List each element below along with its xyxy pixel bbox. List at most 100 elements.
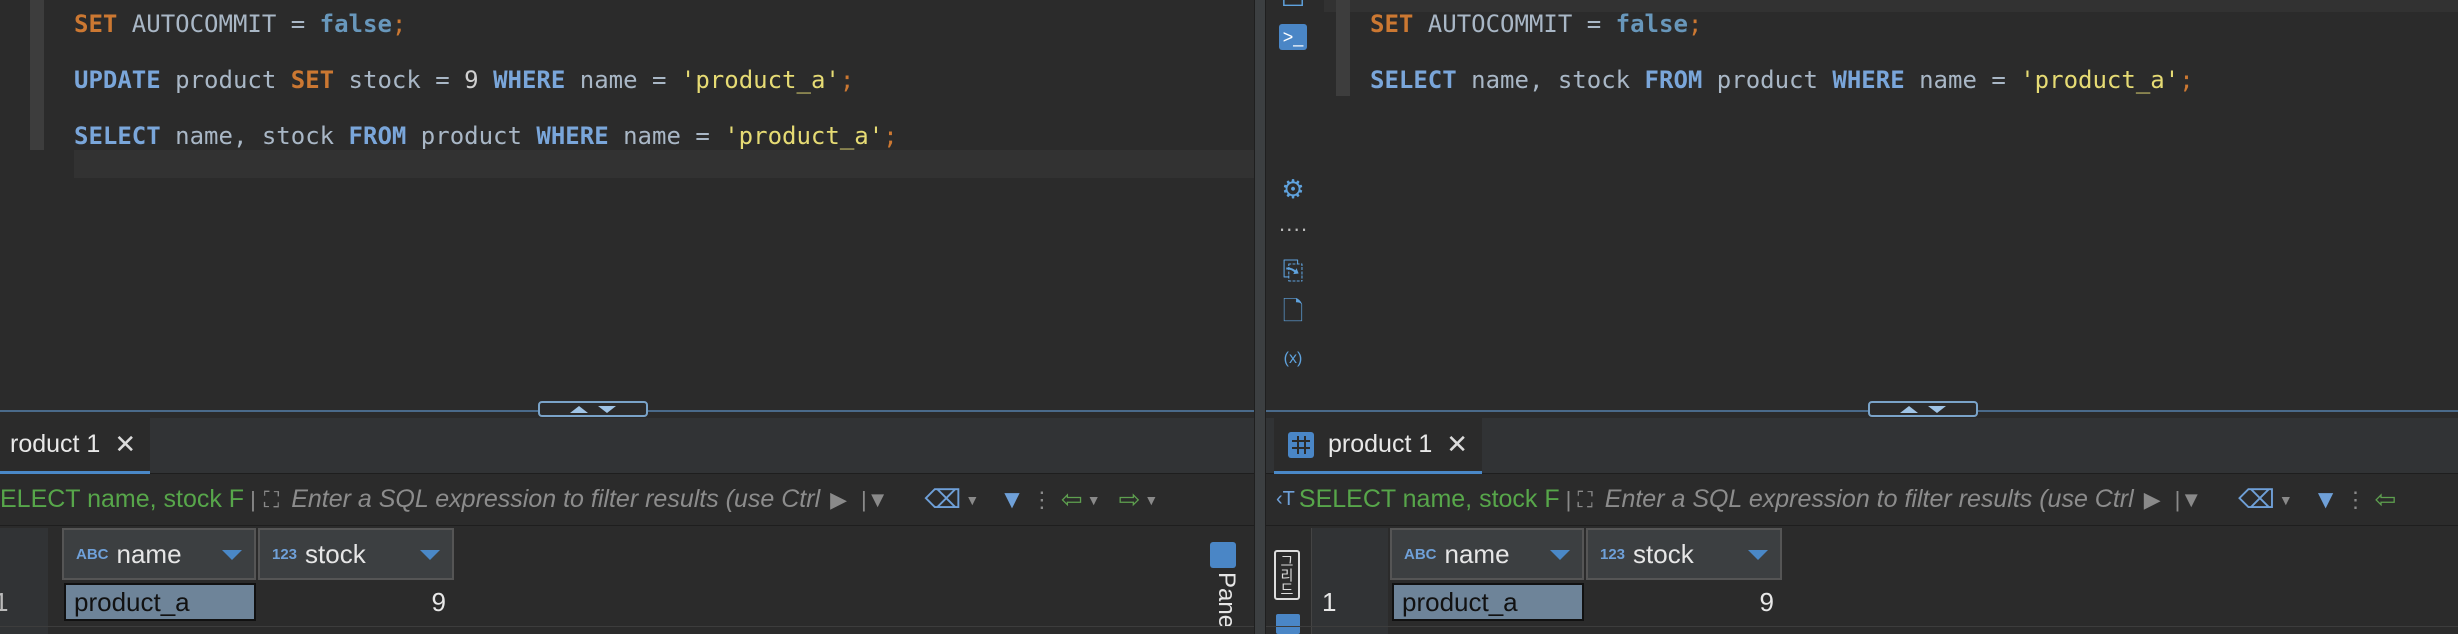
pane-divider[interactable] <box>1254 0 1266 634</box>
sort-icon[interactable] <box>1550 550 1570 560</box>
code-line[interactable]: SET AUTOCOMMIT = false; <box>74 10 406 38</box>
row-divider <box>0 626 1254 627</box>
code-token: name = <box>565 66 681 94</box>
code-token: ; <box>391 10 407 38</box>
filter-input[interactable]: Enter a SQL expression to filter results… <box>1605 485 2134 514</box>
code-token: ; <box>2179 66 2194 94</box>
cell-name[interactable]: product_a <box>1392 583 1584 621</box>
code-line[interactable]: SELECT name, stock FROM product WHERE na… <box>1370 66 2194 94</box>
number-type-icon: 123 <box>272 545 298 563</box>
chevron-down-icon[interactable]: ▼ <box>1144 492 1158 508</box>
expand-down-icon[interactable] <box>1928 405 1946 413</box>
code-token: FROM <box>1644 66 1703 94</box>
row-number: 1 <box>1322 586 1337 617</box>
sort-icon[interactable] <box>420 550 440 560</box>
splitter-handle[interactable] <box>1868 401 1978 417</box>
execute-script-icon: >_ <box>1279 24 1307 50</box>
splitter-handle[interactable] <box>538 401 648 417</box>
expand-icon[interactable]: ⛶ <box>1577 487 1592 513</box>
file-error-icon[interactable]: 🗋 <box>1278 296 1308 330</box>
grid-view-tab[interactable]: 그리드 <box>1274 550 1300 600</box>
code-token: name, stock <box>160 122 349 150</box>
chevron-down-icon[interactable]: ▼ <box>1087 492 1101 508</box>
code-token: 9 <box>464 66 479 94</box>
query-text[interactable]: ELECT name, stock F <box>0 485 244 514</box>
code-line[interactable]: SET AUTOCOMMIT = false; <box>1370 10 1702 38</box>
code-token: product <box>160 66 291 94</box>
sql-editor[interactable]: SET AUTOCOMMIT = false; SELECT name, sto… <box>1324 0 2458 408</box>
splitter-line <box>1266 410 2458 412</box>
column-label: stock <box>1633 538 1694 569</box>
code-token: ; <box>1687 10 1703 38</box>
chevron-down-icon[interactable]: ▼ <box>965 492 979 508</box>
change-marker <box>1336 0 1350 96</box>
cell-stock[interactable]: 9 <box>260 582 446 622</box>
left-editor-pane: SET AUTOCOMMIT = false; UPDATE product S… <box>0 0 1254 634</box>
expand-down-icon[interactable] <box>598 405 616 413</box>
sort-icon[interactable] <box>1748 550 1768 560</box>
column-header-name[interactable]: ABC name <box>1390 528 1584 580</box>
sql-editor[interactable]: SET AUTOCOMMIT = false; UPDATE product S… <box>0 0 1254 408</box>
eraser-icon[interactable]: ⌫ <box>925 484 962 515</box>
column-label: stock <box>305 538 366 569</box>
eraser-icon[interactable]: ⌫ <box>2238 484 2275 515</box>
collapse-up-icon[interactable] <box>1900 405 1918 413</box>
cell-name[interactable]: product_a <box>64 583 256 621</box>
text-view-icon[interactable] <box>1276 614 1300 634</box>
variables-icon[interactable]: (x) <box>1278 344 1308 374</box>
partial-icon[interactable]: ▭ <box>1278 0 1308 14</box>
forward-arrow-icon[interactable]: ⇨ <box>1119 484 1141 515</box>
code-token: 'product_a' <box>680 66 840 94</box>
column-header-stock[interactable]: 123 stock <box>1586 528 1782 580</box>
tab-results-product[interactable]: product 1 ✕ <box>1274 418 1483 474</box>
code-token: SELECT <box>74 122 161 150</box>
close-icon[interactable]: ✕ <box>114 429 136 460</box>
more-icon[interactable]: ⋮ <box>2344 487 2366 513</box>
code-token: 'product_a' <box>724 122 884 150</box>
code-token: false <box>319 10 392 38</box>
query-text[interactable]: SELECT name, stock F <box>1299 485 1560 514</box>
column-header-name[interactable]: ABC name <box>62 528 256 580</box>
text-type-icon: ABC <box>1404 545 1437 563</box>
back-arrow-icon[interactable]: ⇦ <box>1061 484 1083 515</box>
text-type-icon: ABC <box>76 545 109 563</box>
expand-icon[interactable]: ⛶ <box>264 487 279 513</box>
filter-toolbar: ‹T SELECT name, stock F | ⛶ Enter a SQL … <box>1266 474 2458 526</box>
more-dots-icon[interactable]: ···· <box>1278 214 1308 244</box>
code-token: WHERE <box>493 66 566 94</box>
code-line[interactable]: UPDATE product SET stock = 9 WHERE name … <box>74 66 854 94</box>
code-token: product <box>1702 66 1833 94</box>
panel-icon <box>1210 542 1236 568</box>
apply-filter-icon[interactable]: ▶ <box>830 487 847 513</box>
gear-icon[interactable]: ⚙ <box>1278 174 1308 204</box>
separator: | <box>250 486 256 512</box>
code-token: stock = <box>334 66 465 94</box>
sort-icon[interactable] <box>222 550 242 560</box>
column-header-stock[interactable]: 123 stock <box>258 528 454 580</box>
editor-side-toolbar: ▭ >_ ⚙ ···· ⎘ 🗋 (x) <box>1266 0 1324 408</box>
filter-history-dropdown[interactable]: |▼ <box>2175 487 2203 513</box>
row-number-column <box>0 528 48 634</box>
back-arrow-icon[interactable]: ⇦ <box>2374 484 2396 515</box>
code-token: FROM <box>348 122 407 150</box>
collapse-up-icon[interactable] <box>570 405 588 413</box>
terminal-icon[interactable]: >_ <box>1278 22 1308 52</box>
more-icon[interactable]: ⋮ <box>1031 487 1053 513</box>
grid-icon <box>1288 431 1314 458</box>
filter-input[interactable]: Enter a SQL expression to filter results… <box>291 485 820 514</box>
filter-icon[interactable]: ▼ <box>999 484 1025 515</box>
code-line[interactable]: SELECT name, stock FROM product WHERE na… <box>74 122 898 150</box>
filter-history-dropdown[interactable]: |▼ <box>861 487 889 513</box>
tab-results-product[interactable]: roduct 1 ✕ <box>0 418 151 474</box>
code-token: SET <box>74 10 118 38</box>
number-type-icon: 123 <box>1600 545 1626 563</box>
filter-icon[interactable]: ▼ <box>2313 484 2339 515</box>
table-row[interactable]: 1 <box>1322 582 1336 622</box>
export-icon[interactable]: ⎘ <box>1278 255 1308 286</box>
chevron-down-icon[interactable]: ▼ <box>2279 492 2293 508</box>
close-icon[interactable]: ✕ <box>1446 429 1468 460</box>
panels-toggle[interactable]: Pane <box>1210 542 1240 634</box>
apply-filter-icon[interactable]: ▶ <box>2144 487 2161 513</box>
cell-stock[interactable]: 9 <box>1588 582 1774 622</box>
